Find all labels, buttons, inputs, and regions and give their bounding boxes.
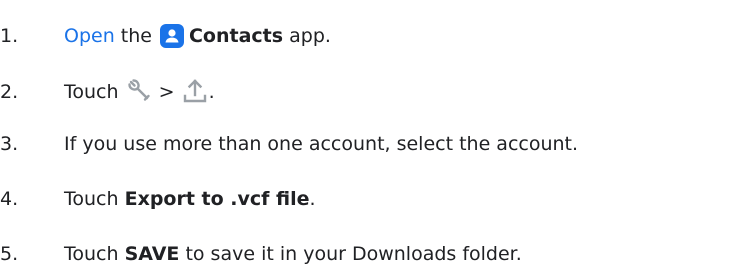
separator: > <box>158 81 175 103</box>
step-text-part: Touch <box>64 188 119 210</box>
step-number: 1. <box>0 25 19 47</box>
step-text: If you use more than one account, select… <box>64 133 578 155</box>
step-text-part: app. <box>289 25 331 47</box>
export-option-label: Export to .vcf file <box>124 188 310 210</box>
step-text: Touch > . <box>64 76 215 109</box>
step-text: Touch SAVE to save it in your Downloads … <box>64 243 522 265</box>
step-number: 5. <box>0 243 19 265</box>
step-text: Open the Contacts app. <box>64 24 331 48</box>
step-text-part: . <box>208 81 215 103</box>
wrench-icon <box>125 76 153 109</box>
step-text-part: . <box>309 188 316 210</box>
step-text-part: Touch <box>64 243 119 265</box>
step-number: 4. <box>0 188 19 210</box>
contacts-app-icon <box>159 24 184 48</box>
step-text-part: If you use more than one account, select… <box>64 133 579 155</box>
step-number: 3. <box>0 133 19 155</box>
step-text-part: Touch <box>64 81 119 103</box>
open-link[interactable]: Open <box>64 25 115 47</box>
save-button-label: SAVE <box>124 243 180 265</box>
step-text-part: the <box>120 25 152 47</box>
upload-icon <box>181 76 209 109</box>
contacts-app-name: Contacts <box>188 25 284 47</box>
step-number: 2. <box>0 81 19 103</box>
step-text-part: to save it in your Downloads folder. <box>185 243 522 265</box>
step-text: Touch Export to .vcf file . <box>64 188 316 210</box>
